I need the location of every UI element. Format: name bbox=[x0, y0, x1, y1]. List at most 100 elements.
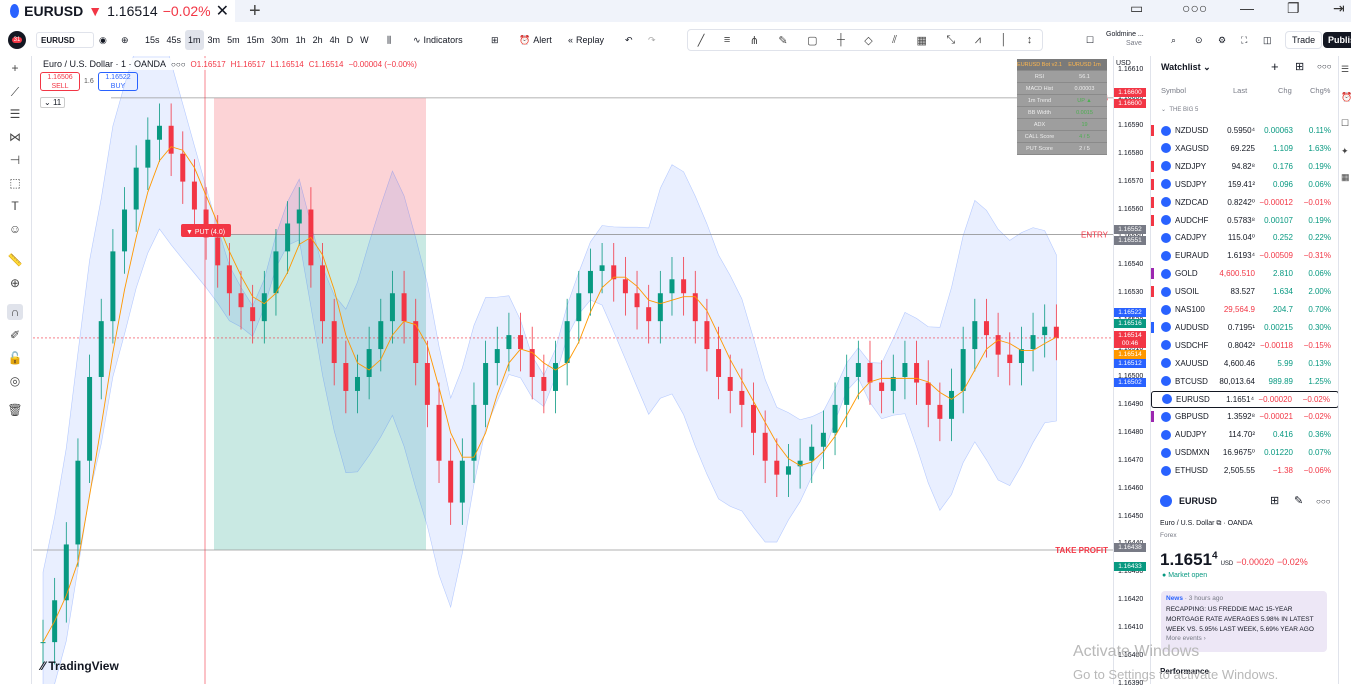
details-symbol[interactable]: EURUSD bbox=[1179, 496, 1217, 506]
browser-tab[interactable]: EURUSD ▼ 1.16514 −0.02% ✕ bbox=[0, 0, 235, 22]
more-events-link[interactable]: More events › bbox=[1166, 635, 1322, 642]
templates-icon[interactable]: ⊞ bbox=[488, 30, 502, 50]
sell-button[interactable]: 1.16506 SELL bbox=[40, 72, 80, 91]
price-axis[interactable]: 1.16610 1.16600 1.16590 1.16580 1.16570 1.165… bbox=[1113, 56, 1148, 687]
interval-1h[interactable]: 1h bbox=[293, 30, 309, 50]
watchlist-row[interactable]: NZDCAD 0.8242⁰ −0.00012 −0.01% bbox=[1151, 194, 1339, 211]
interval-4h[interactable]: 4h bbox=[327, 30, 343, 50]
timer-icon[interactable]: ⊙ bbox=[1192, 30, 1206, 50]
channel-icon[interactable]: ≡ bbox=[724, 34, 730, 46]
watchlist-row[interactable]: EURUSD 1.1651⁴ −0.00020 −0.02% bbox=[1151, 390, 1339, 408]
watchlist-more-icon[interactable]: ○○○ bbox=[1317, 62, 1332, 71]
price-chart[interactable]: ▼ PUT (4.0)STOP LOSSENTRYTAKE PROFIT⁄⁄ T… bbox=[33, 56, 1113, 684]
compare-add-icon[interactable]: ⊕ bbox=[118, 30, 132, 50]
trend-line-icon[interactable]: ⟋ bbox=[7, 84, 23, 100]
watchlist-row[interactable]: EURAUD 1.6193⁴ −0.00509 −0.31% bbox=[1151, 247, 1339, 264]
interval-15m[interactable]: 15m bbox=[244, 30, 268, 50]
measure-icon[interactable]: ⤡ bbox=[946, 34, 955, 47]
camera-icon[interactable]: ◫ bbox=[1260, 30, 1275, 50]
col-last[interactable]: Last bbox=[1233, 86, 1247, 95]
new-tab-button[interactable]: + bbox=[249, 0, 261, 23]
shape-icon[interactable]: ◇ bbox=[864, 34, 872, 47]
pattern-icon[interactable]: ⋈ bbox=[7, 129, 23, 145]
watchlist-row[interactable]: ETHUSD 2,505.55 −1.38 −0.06% bbox=[1151, 462, 1339, 479]
interval-30m[interactable]: 30m bbox=[268, 30, 292, 50]
buy-button[interactable]: 1.16522 BUY bbox=[98, 72, 138, 91]
watchlist-row[interactable]: AUDUSD 0.7195¹ 0.00215 0.30% bbox=[1151, 319, 1339, 336]
watchlist-row[interactable]: XAGUSD 69.225 1.109 1.63% bbox=[1151, 140, 1339, 157]
interval-W[interactable]: W bbox=[357, 30, 372, 50]
parallel-icon[interactable]: ⫽ bbox=[892, 34, 897, 47]
zoom-icon[interactable]: ⊕ bbox=[7, 275, 23, 291]
exit-icon[interactable]: ⇥ bbox=[1333, 0, 1345, 17]
interval-15s[interactable]: 15s bbox=[142, 30, 163, 50]
interval-3m[interactable]: 3m bbox=[205, 30, 224, 50]
minimize-icon[interactable]: — bbox=[1240, 0, 1254, 16]
col-symbol[interactable]: Symbol bbox=[1161, 86, 1186, 95]
desktop-icon[interactable]: ▭ bbox=[1130, 0, 1143, 17]
indicators-button[interactable]: ∿ Indicators bbox=[410, 30, 466, 50]
symbol-search[interactable]: EURUSD bbox=[36, 32, 94, 48]
eye-icon[interactable]: ◎ bbox=[7, 373, 23, 389]
brush-icon[interactable]: ✎ bbox=[778, 34, 787, 47]
pattern-icon[interactable]: ⩘ bbox=[975, 34, 981, 47]
watchlist-row[interactable]: CADJPY 115.04⁰ 0.252 0.22% bbox=[1151, 229, 1339, 246]
fib-icon[interactable]: ☰ bbox=[7, 106, 23, 122]
rectangle-icon[interactable]: ▢ bbox=[807, 34, 817, 47]
col-chg-pct[interactable]: Chg% bbox=[1310, 86, 1330, 95]
replay-button[interactable]: «Replay bbox=[565, 30, 607, 50]
details-edit-icon[interactable]: ✎ bbox=[1294, 494, 1303, 507]
close-tab-icon[interactable]: ✕ bbox=[216, 1, 229, 21]
col-chg[interactable]: Chg bbox=[1278, 86, 1292, 95]
watchlist-row[interactable]: GOLD 4,600.510 2.810 0.06% bbox=[1151, 265, 1339, 282]
watchlist-row[interactable]: GBPUSD 1.3592⁸ −0.00021 −0.02% bbox=[1151, 408, 1339, 425]
ruler-icon[interactable]: ↕ bbox=[1027, 34, 1033, 46]
layout-menu[interactable]: Goldmine ... Save bbox=[1106, 30, 1144, 48]
lock-icon[interactable]: 🔓 bbox=[7, 350, 23, 366]
interval-5m[interactable]: 5m bbox=[224, 30, 243, 50]
ruler-icon[interactable]: 📏 bbox=[7, 252, 23, 268]
watchlist-group[interactable]: ⌄ THE BIG 5 bbox=[1161, 106, 1198, 113]
user-avatar[interactable]: 31 bbox=[8, 31, 26, 49]
details-more-icon[interactable]: ○○○ bbox=[1316, 497, 1331, 506]
lock-pencil-icon[interactable]: ✐ bbox=[7, 327, 23, 343]
watchlist-row[interactable]: USDCHF 0.8042² −0.00118 −0.15% bbox=[1151, 337, 1339, 354]
alerts-rail-icon[interactable]: ⏰ bbox=[1341, 92, 1351, 102]
chart-area[interactable]: ▼ PUT (4.0)STOP LOSSENTRYTAKE PROFIT⁄⁄ T… bbox=[33, 56, 1113, 684]
settings-icon[interactable]: ⚙ bbox=[1215, 30, 1229, 50]
alert-button[interactable]: ⏰ Alert bbox=[516, 30, 555, 50]
interval-45s[interactable]: 45s bbox=[164, 30, 185, 50]
geometric-shapes-icon[interactable]: ⬚ bbox=[7, 175, 23, 191]
trade-button[interactable]: Trade bbox=[1285, 31, 1323, 49]
interval-1m[interactable]: 1m bbox=[185, 30, 204, 50]
fullscreen-icon[interactable]: ⛶ bbox=[1238, 30, 1250, 50]
restore-icon[interactable]: ❐ bbox=[1287, 0, 1300, 17]
ideas-rail-icon[interactable]: ✦ bbox=[1341, 146, 1351, 156]
chat-rail-icon[interactable]: ☐ bbox=[1341, 118, 1351, 128]
watchlist-row[interactable]: USOIL 83.527 1.634 2.00% bbox=[1151, 283, 1339, 300]
legend-more-icon[interactable]: ○○○ bbox=[171, 60, 186, 69]
interval-D[interactable]: D bbox=[344, 30, 357, 50]
watchlist-row[interactable]: AUDJPY 114.70² 0.416 0.36% bbox=[1151, 426, 1339, 443]
interval-2h[interactable]: 2h bbox=[310, 30, 326, 50]
watchlist-rail-icon[interactable]: ☰ bbox=[1341, 64, 1351, 74]
watchlist-row[interactable]: NZDUSD 0.5950⁴ 0.00063 0.11% bbox=[1151, 122, 1339, 139]
candle-type-icon[interactable]: ⫼ bbox=[384, 30, 394, 50]
checkbox-icon[interactable]: ☐ bbox=[1083, 30, 1097, 50]
text-icon[interactable]: T bbox=[7, 198, 23, 214]
eye-icon[interactable]: ◉ bbox=[96, 30, 110, 50]
watchlist-row[interactable]: AUDCHF 0.5783⁸ 0.00107 0.19% bbox=[1151, 212, 1339, 229]
watchlist-row[interactable]: USDJPY 159.41² 0.096 0.06% bbox=[1151, 176, 1339, 193]
pitchfork-icon[interactable]: ⋔ bbox=[750, 34, 759, 47]
trend-line-icon[interactable]: ╱ bbox=[698, 34, 705, 47]
watchlist-row[interactable]: BTCUSD 80,013.64 989.89 1.25% bbox=[1151, 373, 1339, 390]
redo-icon[interactable]: ↷ bbox=[645, 30, 659, 50]
cross-cursor-icon[interactable]: + bbox=[7, 60, 23, 76]
more-icon[interactable]: ○○○ bbox=[1182, 0, 1207, 16]
emoji-icon[interactable]: ☺ bbox=[7, 221, 23, 237]
add-symbol-icon[interactable]: + bbox=[1271, 59, 1279, 74]
magnet-icon[interactable]: ∩ bbox=[7, 304, 23, 320]
grid-icon[interactable]: ▦ bbox=[917, 34, 927, 47]
indicator-count-toggle[interactable]: ⌄ 11 bbox=[40, 97, 66, 108]
details-grid-icon[interactable]: ⊞ bbox=[1270, 494, 1279, 507]
